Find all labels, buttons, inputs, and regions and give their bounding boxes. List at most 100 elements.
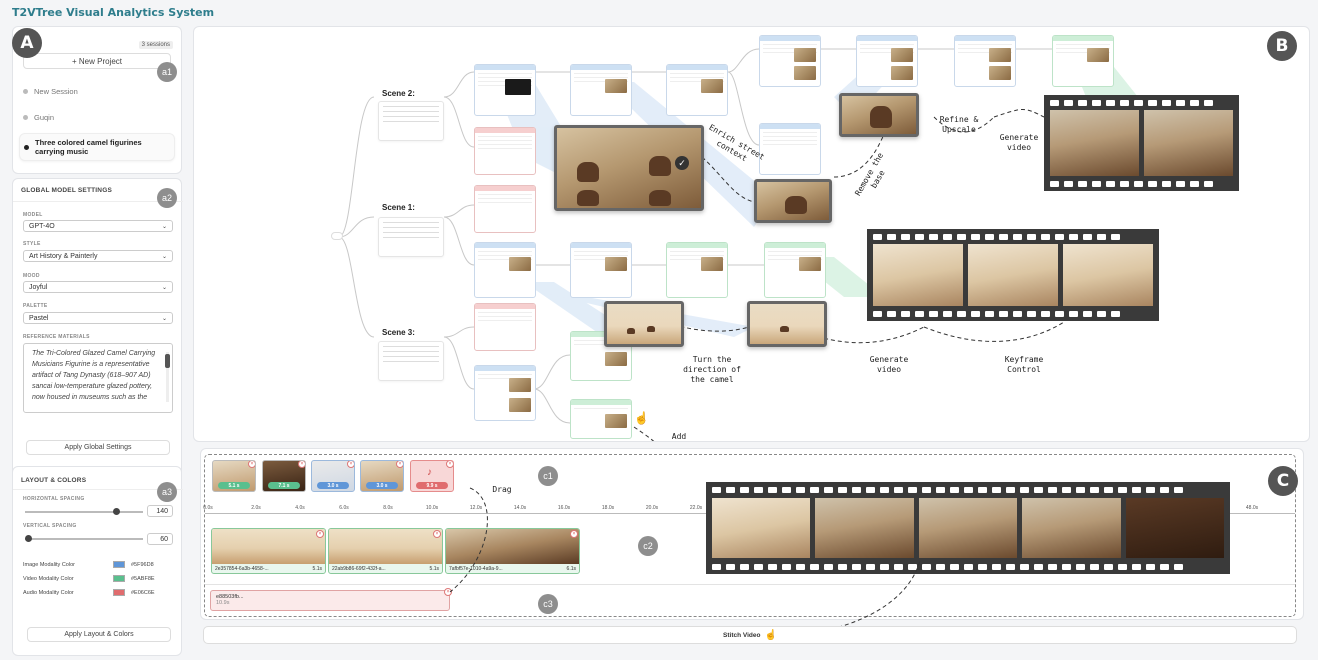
- image-preview-turned: [747, 301, 827, 347]
- scene-2-card[interactable]: [378, 101, 444, 141]
- image-node[interactable]: [570, 64, 632, 116]
- h-spacing-input[interactable]: 140: [147, 505, 173, 517]
- mood-select[interactable]: Joyful ⌄: [23, 281, 173, 293]
- video-clip-3[interactable]: 7afbf57e-1010-4a9a-9... 6.1s ×: [445, 528, 580, 574]
- reference-label: REFERENCE MATERIALS: [23, 334, 90, 340]
- panel-badge-a: A: [12, 28, 42, 58]
- app-title: T2VTree Visual Analytics System: [12, 6, 215, 19]
- video-film-street: [1044, 95, 1239, 191]
- image-node[interactable]: [570, 242, 632, 298]
- close-icon[interactable]: ×: [347, 461, 354, 468]
- video-node[interactable]: [764, 242, 826, 298]
- annotation-generate-video-top: Generate video: [999, 133, 1039, 152]
- style-select[interactable]: Art History & Painterly ⌄: [23, 250, 173, 262]
- image-preview-enrich: ✓: [554, 125, 704, 211]
- video-node[interactable]: [1052, 35, 1114, 87]
- badge-a2: a2: [157, 188, 177, 208]
- checkmark-icon[interactable]: ✓: [675, 156, 689, 170]
- stitch-video-button[interactable]: Stitch Video ☝: [203, 626, 1297, 644]
- image-preview-desert: [604, 301, 684, 347]
- audio-color-swatch[interactable]: [113, 589, 125, 596]
- video-node[interactable]: [666, 242, 728, 298]
- scene-1-card[interactable]: [378, 217, 444, 257]
- apply-global-settings-button[interactable]: Apply Global Settings: [26, 440, 170, 455]
- session-item-guqin[interactable]: Guqin: [23, 113, 175, 122]
- slider-thumb[interactable]: [25, 535, 32, 542]
- image-node[interactable]: [856, 35, 918, 87]
- panel-badge-b: B: [1267, 31, 1297, 61]
- close-icon[interactable]: ×: [446, 461, 453, 468]
- video-clip-2[interactable]: 22ab9b86-69f2-432f-a... 5.1s ×: [328, 528, 443, 574]
- video-clip-1[interactable]: 2e357854-6a3b-4658-... 5.1s ×: [211, 528, 326, 574]
- palette-label: PALETTE: [23, 303, 48, 309]
- v-spacing-label: VERTICAL SPACING: [23, 523, 77, 529]
- clip-thumb-4[interactable]: 3.0 s ×: [360, 460, 404, 492]
- hand-cursor-icon: ☝: [634, 411, 649, 425]
- close-icon[interactable]: ×: [444, 588, 452, 596]
- h-spacing-slider[interactable]: [25, 508, 143, 515]
- apply-layout-colors-button[interactable]: Apply Layout & Colors: [27, 627, 171, 642]
- tree-canvas[interactable]: Scene 2: Scene 1: Scene 3: ✓ Enrich stre…: [193, 26, 1310, 442]
- badge-c2: c2: [638, 536, 658, 556]
- reference-textarea[interactable]: The Tri-Colored Glazed Camel Carrying Mu…: [23, 343, 173, 413]
- close-icon[interactable]: ×: [248, 461, 255, 468]
- slider-thumb[interactable]: [113, 508, 120, 515]
- image-node[interactable]: [759, 35, 821, 87]
- badge-c3: c3: [538, 594, 558, 614]
- close-icon[interactable]: ×: [433, 530, 441, 538]
- image-node[interactable]: [759, 123, 821, 175]
- annotation-refine: Refine & Upscale: [939, 115, 979, 134]
- image-node[interactable]: [474, 64, 536, 116]
- image-node[interactable]: [474, 242, 536, 298]
- chevron-down-icon: ⌄: [161, 284, 167, 291]
- model-label: MODEL: [23, 212, 43, 218]
- scene-3-card[interactable]: [378, 341, 444, 381]
- annotation-add: Add: [671, 432, 687, 441]
- video-node[interactable]: [570, 399, 632, 439]
- close-icon[interactable]: ×: [316, 530, 324, 538]
- video-color-swatch[interactable]: [113, 575, 125, 582]
- session-item-new[interactable]: New Session: [23, 87, 175, 96]
- clip-thumb-3[interactable]: 3.0 s ×: [311, 460, 355, 492]
- scene-2-label: Scene 2:: [382, 89, 415, 98]
- layout-colors-title: LAYOUT & COLORS: [21, 477, 87, 484]
- clip-thumb-1[interactable]: 5.1 s ×: [212, 460, 256, 492]
- annotation-turn-camel: Turn the direction of the camel: [683, 355, 741, 384]
- panel-badge-c: C: [1268, 466, 1298, 496]
- root-node[interactable]: [331, 232, 343, 240]
- clip-thumb-audio[interactable]: ♪ 9.9 s ×: [410, 460, 454, 492]
- style-label: STYLE: [23, 241, 41, 247]
- chevron-down-icon: ⌄: [161, 253, 167, 260]
- video-color-row[interactable]: Video Modality Color #5ABF8E: [23, 575, 173, 582]
- image-preview-street: [754, 179, 832, 223]
- audio-node[interactable]: [474, 127, 536, 175]
- audio-clip[interactable]: e88503fb... 10.9s ×: [210, 588, 452, 611]
- palette-select[interactable]: Pastel ⌄: [23, 312, 173, 324]
- image-color-row[interactable]: Image Modality Color #5F96D8: [23, 561, 173, 568]
- new-project-button[interactable]: + New Project: [23, 53, 171, 69]
- image-color-swatch[interactable]: [113, 561, 125, 568]
- audio-color-row[interactable]: Audio Modality Color #E06C6E: [23, 589, 173, 596]
- music-note-icon: ♪: [427, 467, 432, 478]
- v-spacing-slider[interactable]: [25, 535, 143, 542]
- final-video-film: [706, 482, 1230, 574]
- scrollbar-thumb[interactable]: [165, 354, 170, 368]
- session-label: Guqin: [34, 113, 55, 122]
- image-node[interactable]: [666, 64, 728, 116]
- annotation-generate-video-mid: Generate video: [869, 355, 909, 374]
- model-select[interactable]: GPT-4O ⌄: [23, 220, 173, 232]
- image-node[interactable]: [954, 35, 1016, 87]
- audio-node[interactable]: [474, 185, 536, 233]
- hand-cursor-icon: ☝: [764, 629, 777, 641]
- close-icon[interactable]: ×: [570, 530, 578, 538]
- image-node[interactable]: [474, 365, 536, 421]
- audio-node[interactable]: [474, 303, 536, 351]
- close-icon[interactable]: ×: [298, 461, 305, 468]
- session-item-active[interactable]: Three colored camel figurines carrying m…: [19, 133, 175, 161]
- session-dot-icon: [23, 115, 28, 120]
- close-icon[interactable]: ×: [396, 461, 403, 468]
- v-spacing-input[interactable]: 60: [147, 533, 173, 545]
- clip-thumb-2[interactable]: 7.1 s ×: [262, 460, 306, 492]
- scene-1-label: Scene 1:: [382, 203, 415, 212]
- chevron-down-icon: ⌄: [161, 315, 167, 322]
